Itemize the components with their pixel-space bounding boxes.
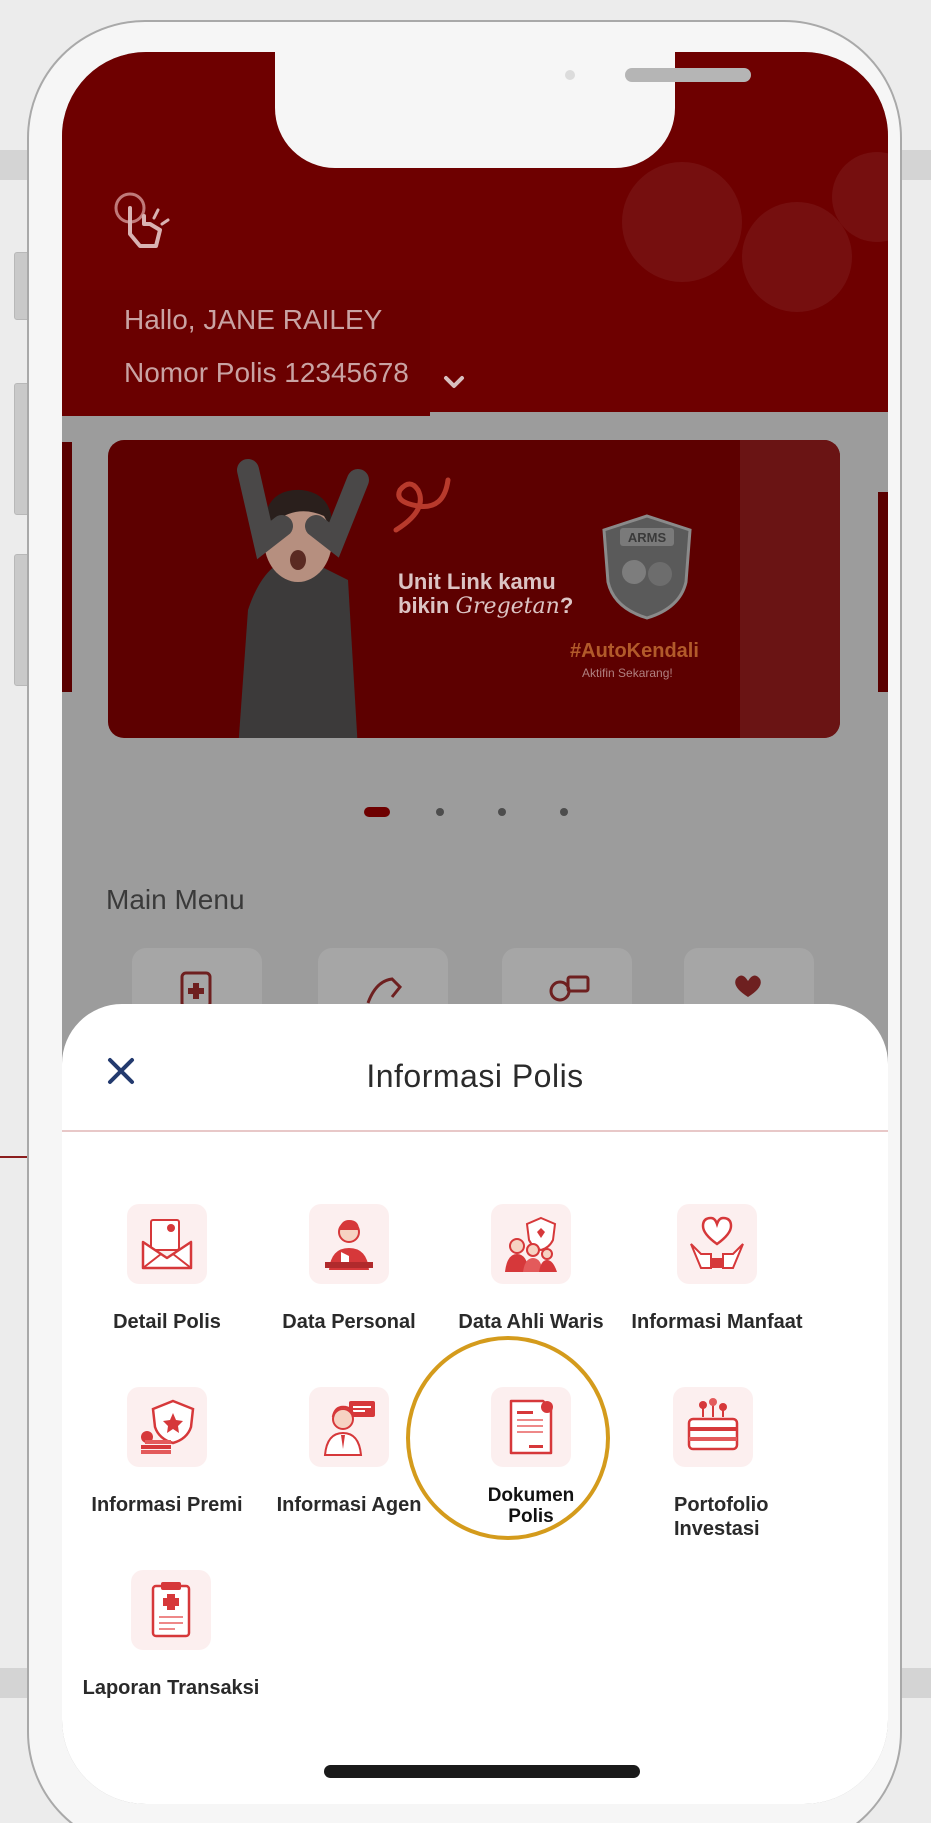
- menu-item-label-line2: Investasi: [674, 1518, 760, 1540]
- coins-shield-icon: [141, 1399, 195, 1454]
- menu-item-data-ahli-waris[interactable]: Data Ahli Waris: [440, 1204, 622, 1354]
- menu-item-label: Laporan Transaksi: [82, 1677, 260, 1699]
- menu-item-label-line2: Polis: [508, 1506, 554, 1527]
- document-icon: [509, 1399, 553, 1455]
- home-indicator[interactable]: [324, 1765, 640, 1778]
- stressed-person-illustration: [237, 459, 369, 738]
- chevron-down-icon[interactable]: [440, 370, 468, 392]
- banner-headline-script: Gregetan: [455, 594, 560, 619]
- menu-item-label: Dokumen Polis: [440, 1485, 622, 1527]
- family-shield-icon: [505, 1216, 557, 1272]
- carousel-dot[interactable]: [560, 808, 568, 816]
- header-decoration: [622, 162, 742, 282]
- menu-item-detail-polis[interactable]: Detail Polis: [76, 1204, 258, 1354]
- banner-headline-word: bikin: [398, 593, 450, 618]
- banner-next-peek: [878, 492, 888, 692]
- speaker-grille: [625, 68, 751, 82]
- tap-hand-icon: [114, 192, 170, 248]
- banner-prev-peek: [62, 442, 72, 692]
- phone-screen: Hallo, JANE RAILEY Nomor Polis 12345678 …: [62, 52, 888, 1804]
- menu-item-data-personal[interactable]: Data Personal: [258, 1204, 440, 1354]
- icon-container: [677, 1204, 757, 1284]
- carousel-indicator: [62, 802, 888, 822]
- carousel-dot-active[interactable]: [364, 807, 390, 817]
- main-menu-title: Main Menu: [106, 884, 245, 915]
- phone-notch: [275, 52, 751, 168]
- menu-item-label: Informasi Agen: [276, 1494, 422, 1516]
- banner-panel: [740, 440, 840, 738]
- greeting-text: Hallo, JANE RAILEY: [124, 304, 383, 335]
- icon-container: [127, 1204, 207, 1284]
- menu-item-informasi-premi[interactable]: Informasi Premi: [76, 1387, 258, 1537]
- menu-item-informasi-agen[interactable]: Informasi Agen: [258, 1387, 440, 1537]
- envelope-document-icon: [141, 1219, 193, 1270]
- swirl-decoration: [393, 477, 451, 533]
- menu-item-label-line1: Dokumen: [487, 1485, 575, 1506]
- icon-container: [673, 1387, 753, 1467]
- banner-tagline: #AutoKendali: [570, 640, 699, 662]
- camera-icon: [565, 70, 575, 80]
- menu-item-label: Informasi Manfaat: [631, 1311, 803, 1333]
- icon-container: [127, 1387, 207, 1467]
- menu-item-label: Data Ahli Waris: [458, 1311, 604, 1333]
- icon-container: [491, 1387, 571, 1467]
- person-id-icon: [325, 1220, 373, 1270]
- icon-container: [309, 1387, 389, 1467]
- promo-banner[interactable]: Unit Link kamu bikin Gregetan? ARMS #Aut…: [108, 440, 840, 738]
- investment-wallet-icon: [687, 1398, 739, 1451]
- menu-item-label: Detail Polis: [113, 1311, 221, 1333]
- banner-cta: Aktifin Sekarang!: [582, 666, 673, 680]
- menu-item-label: Data Personal: [282, 1311, 416, 1333]
- carousel-dot[interactable]: [436, 808, 444, 816]
- menu-item-label-line1: Portofolio: [674, 1494, 769, 1516]
- banner-headline-line1: Unit Link kamu: [398, 569, 556, 594]
- icon-container: [131, 1570, 211, 1650]
- banner-headline: Unit Link kamu bikin Gregetan?: [398, 570, 573, 619]
- menu-item-label: Portofolio Investasi: [674, 1493, 804, 1541]
- icon-container: [309, 1204, 389, 1284]
- carousel-dot[interactable]: [498, 808, 506, 816]
- menu-item-dokumen-polis[interactable]: Dokumen Polis: [440, 1387, 622, 1537]
- menu-item-informasi-manfaat[interactable]: Informasi Manfaat: [622, 1204, 812, 1354]
- agent-icon: [323, 1401, 375, 1456]
- banner-headline-line2: bikin Gregetan?: [398, 594, 573, 619]
- medical-clipboard-icon: [151, 1582, 191, 1638]
- menu-item-portofolio-investasi[interactable]: Portofolio Investasi: [622, 1387, 804, 1540]
- arms-shield-badge: ARMS: [602, 514, 692, 620]
- sheet-title: Informasi Polis: [366, 1058, 584, 1094]
- informasi-polis-sheet: Informasi Polis Detail Polis Data Person…: [62, 1004, 888, 1804]
- menu-item-label: Informasi Premi: [91, 1494, 243, 1516]
- icon-container: [491, 1204, 571, 1284]
- hands-heart-icon: [690, 1216, 744, 1269]
- sheet-divider: [62, 1130, 888, 1132]
- header-decoration: [742, 202, 852, 312]
- banner-headline-mark: ?: [559, 593, 574, 618]
- menu-item-laporan-transaksi[interactable]: Laporan Transaksi: [76, 1570, 266, 1720]
- arms-badge-text: ARMS: [628, 530, 667, 545]
- policy-number: Nomor Polis 12345678: [124, 357, 409, 388]
